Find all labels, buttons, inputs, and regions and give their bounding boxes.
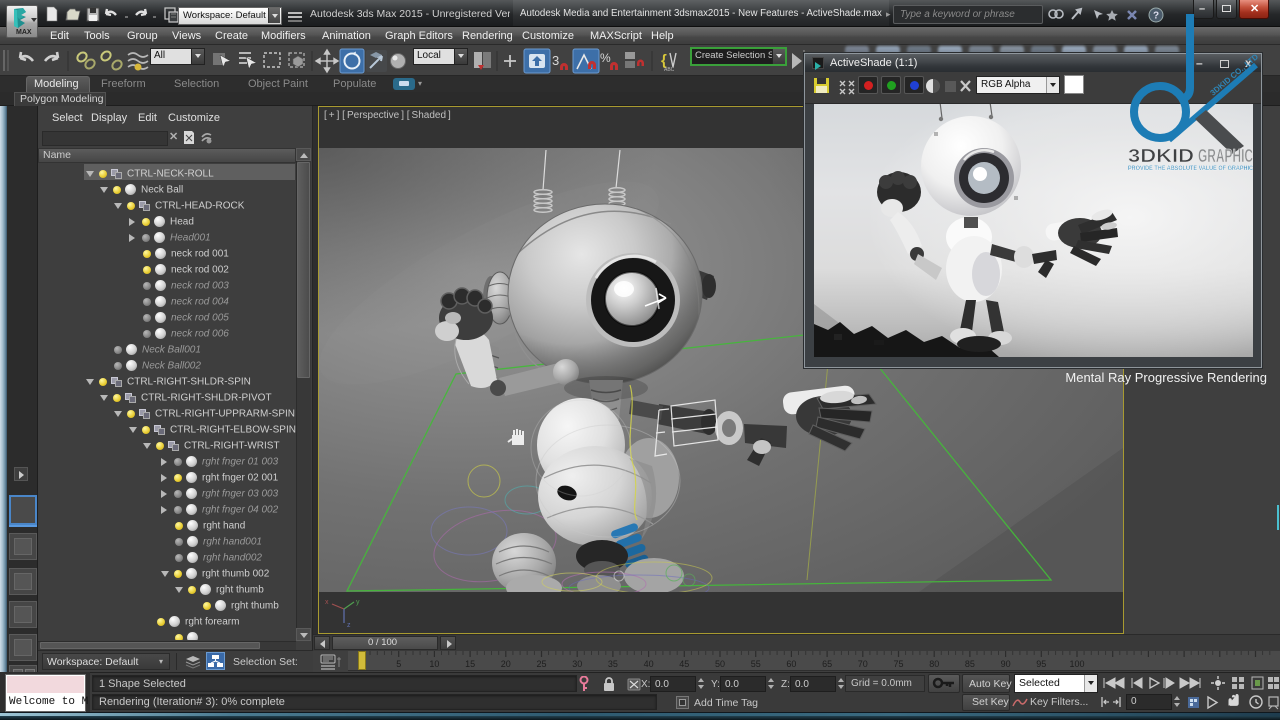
svg-text:5: 5 bbox=[396, 659, 401, 669]
svg-text:3: 3 bbox=[552, 53, 559, 68]
svg-text:40: 40 bbox=[644, 659, 654, 669]
svg-text:10: 10 bbox=[429, 659, 439, 669]
svg-text:PROVIDE THE ABSOLUTE VALUE OF: PROVIDE THE ABSOLUTE VALUE OF GRAPHIC bbox=[1128, 166, 1254, 172]
svg-text:ABC: ABC bbox=[664, 67, 675, 73]
svg-text:80: 80 bbox=[929, 659, 939, 669]
svg-text:GRAPHIC: GRAPHIC bbox=[1198, 146, 1253, 166]
svg-text:60: 60 bbox=[786, 659, 796, 669]
svg-text:45: 45 bbox=[679, 659, 689, 669]
svg-text:85: 85 bbox=[965, 659, 975, 669]
svg-text:x: x bbox=[325, 599, 329, 606]
svg-text:65: 65 bbox=[822, 659, 832, 669]
svg-text:100: 100 bbox=[1069, 659, 1084, 669]
svg-text:3DKID: 3DKID bbox=[1128, 146, 1194, 166]
svg-text:20: 20 bbox=[501, 659, 511, 669]
svg-text:95: 95 bbox=[1036, 659, 1046, 669]
svg-text:75: 75 bbox=[893, 659, 903, 669]
svg-text:%: % bbox=[600, 51, 611, 65]
svg-text:90: 90 bbox=[1001, 659, 1011, 669]
svg-text:3DKID CO., LTD: 3DKID CO., LTD bbox=[1209, 52, 1261, 98]
svg-text:55: 55 bbox=[751, 659, 761, 669]
svg-text:35: 35 bbox=[608, 659, 618, 669]
svg-text:70: 70 bbox=[858, 659, 868, 669]
svg-text:30: 30 bbox=[572, 659, 582, 669]
svg-text:z: z bbox=[347, 622, 351, 629]
svg-text:15: 15 bbox=[465, 659, 475, 669]
svg-text:25: 25 bbox=[536, 659, 546, 669]
svg-text:y: y bbox=[356, 599, 360, 606]
svg-text:50: 50 bbox=[715, 659, 725, 669]
